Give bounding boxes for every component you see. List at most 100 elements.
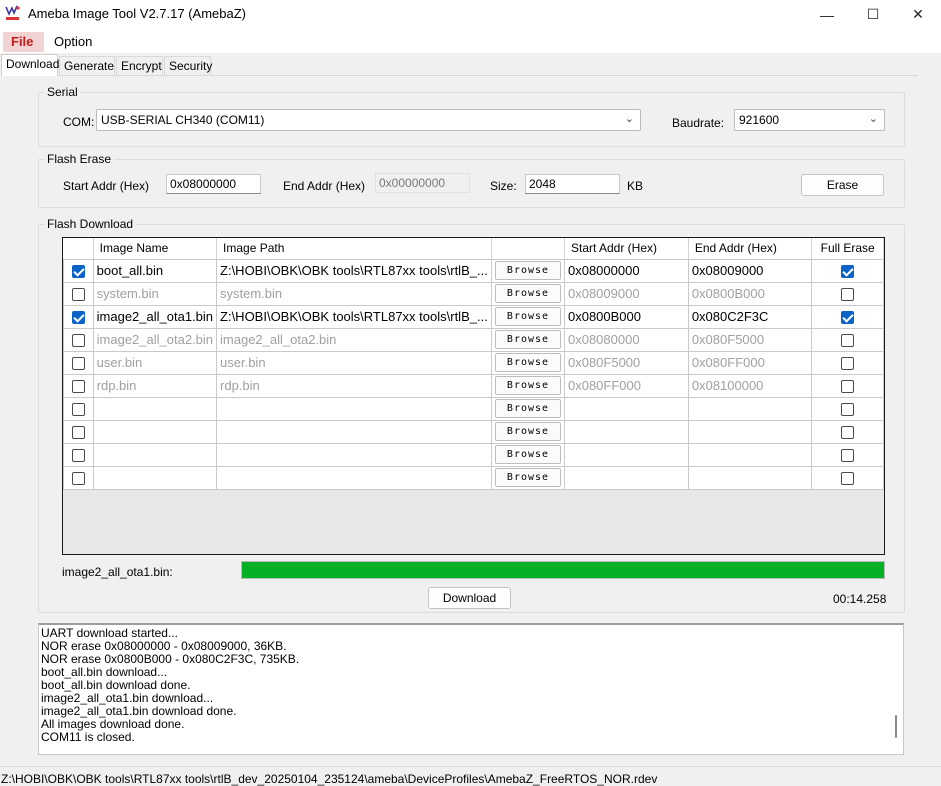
browse-button[interactable]: Browse — [494, 468, 561, 487]
full-erase-checkbox[interactable] — [841, 380, 855, 394]
image-name-cell[interactable] — [92, 442, 218, 467]
browse-button[interactable]: Browse — [494, 376, 561, 395]
row-select-checkbox[interactable] — [71, 357, 85, 371]
start-addr-cell[interactable]: 0x080F5000 — [563, 350, 689, 375]
header-image-name[interactable]: Image Name — [93, 238, 218, 260]
row-select-checkbox[interactable] — [71, 311, 85, 325]
row-select-checkbox[interactable] — [71, 265, 85, 279]
image-name-cell[interactable]: boot_all.bin — [92, 258, 218, 283]
header-image-path[interactable]: Image Path — [216, 238, 492, 260]
image-path-cell[interactable]: user.bin — [216, 350, 492, 375]
browse-button[interactable]: Browse — [494, 330, 561, 349]
start-addr-cell[interactable]: 0x08000000 — [563, 258, 689, 283]
image-path-cell[interactable] — [216, 465, 492, 490]
row-select-checkbox[interactable] — [71, 334, 85, 348]
full-erase-checkbox[interactable] — [841, 403, 855, 417]
image-name-cell[interactable] — [92, 396, 218, 421]
end-addr-cell[interactable] — [687, 465, 813, 490]
header-full-erase[interactable]: Full Erase — [811, 238, 884, 260]
image-path-cell[interactable] — [216, 419, 492, 444]
image-path-cell[interactable]: Z:\HOBI\OBK\OBK tools\RTL87xx tools\rtlB… — [216, 258, 492, 283]
end-addr-cell[interactable] — [687, 396, 813, 421]
tab-generate[interactable]: Generate — [59, 56, 115, 75]
browse-button[interactable]: Browse — [494, 445, 561, 464]
start-addr-cell[interactable]: 0x080FF000 — [563, 373, 689, 398]
log-output[interactable]: UART download started... NOR erase 0x0800… — [38, 623, 904, 755]
com-select[interactable]: USB-SERIAL CH340 (COM11) ⌄ — [96, 109, 641, 131]
full-erase-checkbox[interactable] — [841, 311, 855, 325]
start-addr-cell[interactable] — [563, 396, 689, 421]
image-name-cell[interactable]: system.bin — [92, 281, 218, 306]
header-start-addr[interactable]: Start Addr (Hex) — [564, 238, 689, 260]
baudrate-select[interactable]: 921600 ⌄ — [734, 109, 885, 131]
maximize-button[interactable]: ☐ — [850, 0, 896, 29]
end-addr-cell[interactable]: 0x08009000 — [687, 258, 813, 283]
image-path-cell[interactable] — [216, 396, 492, 421]
image-name-cell[interactable]: rdp.bin — [92, 373, 218, 398]
download-button[interactable]: Download — [428, 587, 511, 609]
menu-option[interactable]: Option — [46, 32, 100, 52]
row-select-checkbox[interactable] — [71, 288, 85, 302]
table-row[interactable]: Browse — [63, 442, 884, 467]
header-end-addr[interactable]: End Addr (Hex) — [688, 238, 813, 260]
menu-file[interactable]: File — [3, 32, 44, 52]
end-addr-cell[interactable] — [687, 442, 813, 467]
full-erase-checkbox[interactable] — [841, 472, 855, 486]
end-addr-cell[interactable]: 0x080FF000 — [687, 350, 813, 375]
minimize-button[interactable]: — — [804, 0, 850, 29]
full-erase-checkbox[interactable] — [841, 449, 855, 463]
start-addr-cell[interactable] — [563, 419, 689, 444]
end-addr-cell[interactable]: 0x080F5000 — [687, 327, 813, 352]
row-select-checkbox[interactable] — [71, 380, 85, 394]
tab-security[interactable]: Security — [164, 56, 212, 75]
close-button[interactable]: ✕ — [895, 0, 941, 29]
end-addr-cell[interactable] — [687, 419, 813, 444]
table-row[interactable]: rdp.bin rdp.bin Browse 0x080FF000 0x08100000 — [63, 373, 884, 398]
image-path-cell[interactable]: Z:\HOBI\OBK\OBK tools\RTL87xx tools\rtlB… — [216, 304, 492, 329]
browse-button[interactable]: Browse — [494, 399, 561, 418]
image-name-cell[interactable]: image2_all_ota2.bin — [92, 327, 218, 352]
start-addr-cell[interactable]: 0x08009000 — [563, 281, 689, 306]
image-name-cell[interactable]: image2_all_ota1.bin — [92, 304, 218, 329]
end-addr-cell[interactable]: 0x080C2F3C — [687, 304, 813, 329]
browse-button[interactable]: Browse — [494, 284, 561, 303]
row-select-checkbox[interactable] — [71, 449, 85, 463]
image-path-cell[interactable] — [216, 442, 492, 467]
start-addr-cell[interactable] — [563, 465, 689, 490]
image-name-cell[interactable]: user.bin — [92, 350, 218, 375]
table-row[interactable]: boot_all.bin Z:\HOBI\OBK\OBK tools\RTL87x… — [63, 258, 884, 283]
table-row[interactable]: Browse — [63, 419, 884, 444]
start-addr-cell[interactable]: 0x0800B000 — [563, 304, 689, 329]
erase-start-input[interactable] — [166, 174, 261, 194]
full-erase-checkbox[interactable] — [841, 334, 855, 348]
table-row[interactable]: system.bin system.bin Browse 0x08009000 0x08… — [63, 281, 884, 306]
full-erase-checkbox[interactable] — [841, 426, 855, 440]
table-row[interactable]: Browse — [63, 465, 884, 490]
browse-button[interactable]: Browse — [494, 261, 561, 280]
table-row[interactable]: image2_all_ota1.bin Z:\HOBI\OBK\OBK tools… — [63, 304, 884, 329]
log-scroll-thumb[interactable] — [895, 715, 897, 738]
table-row[interactable]: image2_all_ota2.bin image2_all_ota2.bin Br… — [63, 327, 884, 352]
row-select-checkbox[interactable] — [71, 472, 85, 486]
image-name-cell[interactable] — [92, 465, 218, 490]
row-select-checkbox[interactable] — [71, 426, 85, 440]
full-erase-checkbox[interactable] — [841, 265, 855, 279]
image-path-cell[interactable]: image2_all_ota2.bin — [216, 327, 492, 352]
table-row[interactable]: Browse — [63, 396, 884, 421]
browse-button[interactable]: Browse — [494, 307, 561, 326]
image-path-cell[interactable]: system.bin — [216, 281, 492, 306]
log-scrollbar[interactable] — [890, 625, 903, 753]
browse-button[interactable]: Browse — [494, 353, 561, 372]
image-path-cell[interactable]: rdp.bin — [216, 373, 492, 398]
tab-download[interactable]: Download — [1, 54, 59, 76]
tab-encrypt[interactable]: Encrypt — [116, 56, 163, 75]
image-name-cell[interactable] — [92, 419, 218, 444]
table-row[interactable]: user.bin user.bin Browse 0x080F5000 0x080FF0… — [63, 350, 884, 375]
row-select-checkbox[interactable] — [71, 403, 85, 417]
start-addr-cell[interactable]: 0x08080000 — [563, 327, 689, 352]
full-erase-checkbox[interactable] — [841, 357, 855, 371]
erase-size-input[interactable] — [525, 174, 620, 194]
erase-button[interactable]: Erase — [801, 174, 884, 196]
start-addr-cell[interactable] — [563, 442, 689, 467]
browse-button[interactable]: Browse — [494, 422, 561, 441]
